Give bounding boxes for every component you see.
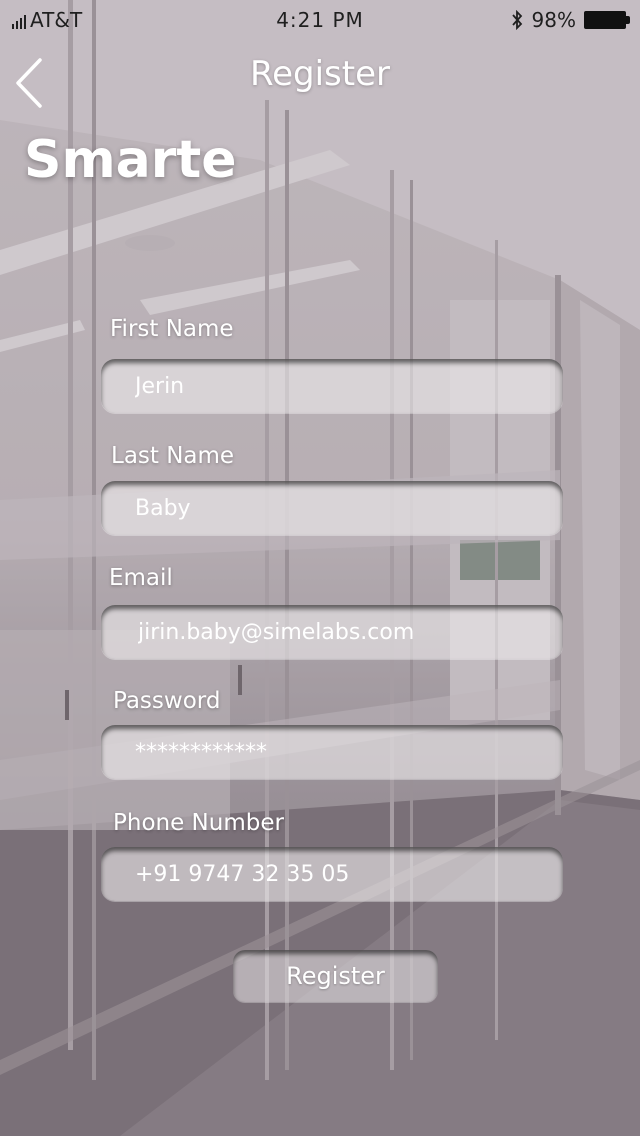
first-name-field[interactable] — [101, 359, 563, 413]
last-name-label: Last Name — [111, 443, 235, 469]
email-label: Email — [109, 565, 173, 591]
email-field[interactable] — [101, 605, 563, 659]
phone-number-label: Phone Number — [113, 810, 284, 836]
register-button[interactable]: Register — [233, 950, 438, 1002]
battery-percent: 98% — [531, 8, 576, 32]
battery-icon — [584, 11, 630, 29]
page-title: Register — [250, 54, 390, 94]
navigation-bar: Register — [0, 44, 640, 114]
first-name-label: First Name — [110, 316, 234, 342]
status-right-group: 98% — [510, 8, 630, 32]
brand-title: Smarte — [24, 130, 237, 190]
last-name-field[interactable] — [101, 481, 563, 535]
bluetooth-icon — [511, 10, 522, 30]
status-bar: AT&T 4:21 PM 98% — [0, 0, 640, 40]
password-label: Password — [113, 688, 221, 714]
phone-number-field[interactable] — [101, 847, 563, 901]
password-field[interactable] — [101, 725, 563, 779]
